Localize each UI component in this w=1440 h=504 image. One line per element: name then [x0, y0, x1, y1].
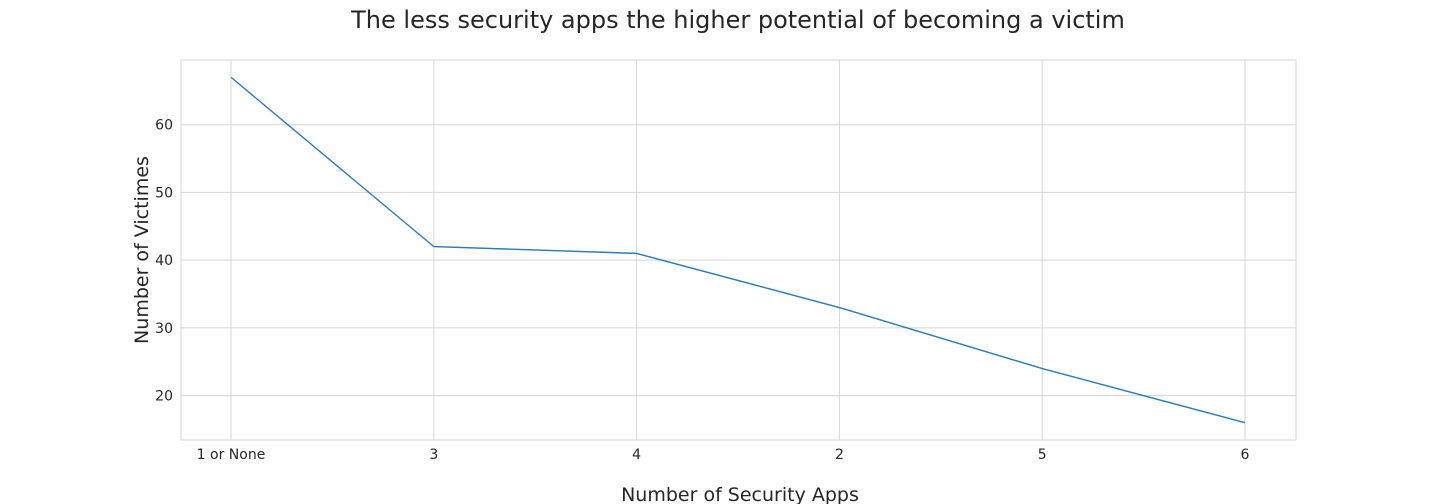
- x-tick-label: 5: [1038, 447, 1047, 463]
- y-tick-label: 50: [155, 185, 173, 201]
- chart-container: 1 or None 3 4 2 5 6 20 30 40 50 60 The less secur…: [0, 0, 1440, 504]
- plot-frame: [180, 59, 1297, 441]
- line-chart: 1 or None 3 4 2 5 6 20 30 40 50 60 The less secur…: [131, 6, 1297, 504]
- y-tick-label: 40: [155, 253, 173, 269]
- y-tick-label: 20: [155, 389, 173, 405]
- data-point: [229, 75, 233, 79]
- y-axis-label: Number of Victimes: [131, 156, 153, 344]
- data-point: [1243, 421, 1247, 425]
- data-point: [1040, 367, 1044, 371]
- x-tick-labels: 1 or None 3 4 2 5 6: [197, 447, 1250, 463]
- series-line: [230, 76, 1246, 424]
- y-tick-labels: 20 30 40 50 60: [155, 118, 173, 405]
- grid: [181, 60, 1296, 440]
- data-point: [432, 245, 436, 249]
- data-point: [635, 251, 639, 255]
- chart-title: The less security apps the higher potent…: [350, 6, 1125, 34]
- data-point: [837, 306, 841, 310]
- x-tick-label: 4: [632, 447, 641, 463]
- y-tick-label: 30: [155, 321, 173, 337]
- x-tick-label: 1 or None: [197, 447, 266, 463]
- x-tick-label: 6: [1241, 447, 1250, 463]
- y-tick-label: 60: [155, 118, 173, 134]
- data-points: [229, 75, 1247, 424]
- x-tick-label: 2: [835, 447, 844, 463]
- x-tick-label: 3: [429, 447, 438, 463]
- x-axis-label: Number of Security Apps: [621, 484, 859, 504]
